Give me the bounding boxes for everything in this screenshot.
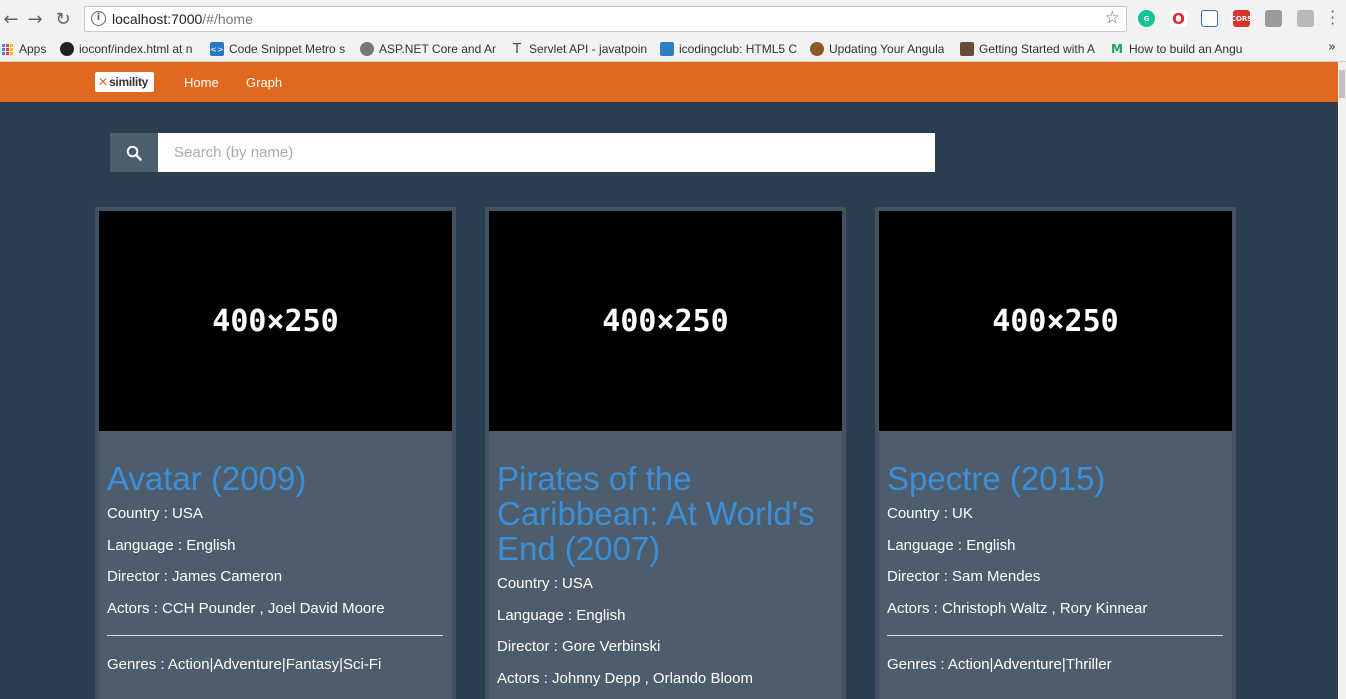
movie-title-link[interactable]: Pirates of the Caribbean: At World's End…	[497, 461, 833, 566]
address-bar[interactable]: i localhost:7000/#/home ☆	[84, 6, 1127, 32]
card-divider	[887, 635, 1223, 636]
movie-card-body: Spectre (2015) Country : UK Language : E…	[887, 461, 1223, 674]
apps-grid-icon	[2, 43, 13, 55]
bookmark-ioconf[interactable]: ioconf/index.html at n	[60, 40, 198, 58]
bookmark-apps[interactable]: Apps	[2, 40, 50, 58]
nav-home-link[interactable]: Home	[184, 75, 219, 90]
icodingclub-icon	[660, 42, 674, 56]
movie-genres: Genres : Action|Adventure|Fantasy|Sci-Fi	[107, 656, 382, 673]
movie-poster-placeholder[interactable]: 400×250	[879, 211, 1232, 431]
movie-genres: Genres : Action|Adventure|Thriller	[887, 656, 1112, 673]
bookmark-label: icodingclub: HTML5 C	[679, 42, 798, 56]
inbox-extension-icon[interactable]	[1265, 10, 1282, 27]
app-navbar: ✕ simility Home Graph	[0, 62, 1346, 102]
poster-size-label: 400×250	[602, 303, 729, 339]
movie-card[interactable]: 400×250 Spectre (2015) Country : UK Lang…	[875, 207, 1236, 699]
card-divider	[107, 635, 443, 636]
bookmark-label: Code Snippet Metro s	[229, 42, 346, 56]
movie-country: Country : UK	[887, 505, 973, 522]
logo-text: simility	[109, 75, 149, 89]
search-button[interactable]	[110, 133, 158, 172]
scrollbar-thumb[interactable]	[1339, 70, 1345, 98]
movie-actors: Actors : Christoph Waltz , Rory Kinnear	[887, 599, 1148, 617]
javatpoint-icon: T	[513, 41, 521, 57]
movie-card[interactable]: 400×250 Pirates of the Caribbean: At Wor…	[485, 207, 846, 699]
movie-language: Language : English	[107, 536, 236, 554]
bookmark-label: Updating Your Angula	[829, 42, 945, 56]
movie-language: Language : English	[497, 606, 626, 624]
reload-icon[interactable]: ↻	[52, 8, 74, 30]
url-host: localhost:7000	[112, 11, 203, 27]
movie-title-link[interactable]: Avatar (2009)	[107, 461, 443, 496]
movie-director: Director : Gore Verbinski	[497, 638, 661, 655]
bookmark-getting-started[interactable]: Getting Started with A	[960, 40, 1098, 58]
movie-card[interactable]: 400×250 Avatar (2009) Country : USA Lang…	[95, 207, 456, 699]
poster-size-label: 400×250	[992, 303, 1119, 339]
movie-country: Country : USA	[107, 505, 203, 522]
poster-size-label: 400×250	[212, 303, 339, 339]
bookmark-label: Apps	[19, 42, 47, 56]
nav-graph-link[interactable]: Graph	[246, 75, 282, 90]
bookmark-label: ioconf/index.html at n	[79, 42, 193, 56]
simility-logo[interactable]: ✕ simility	[95, 72, 154, 92]
movie-title-link[interactable]: Spectre (2015)	[887, 461, 1223, 496]
site-info-icon[interactable]: i	[91, 11, 106, 26]
logo-mark-icon: ✕	[98, 75, 109, 89]
search-input[interactable]	[158, 133, 935, 172]
bookmark-label: ASP.NET Core and An	[379, 42, 496, 56]
movie-actors: Actors : CCH Pounder , Joel David Moore	[107, 599, 385, 617]
back-arrow-icon[interactable]: ←	[0, 8, 22, 30]
code-snippet-icon: <>	[210, 42, 224, 56]
more-bookmarks-icon[interactable]: »	[1328, 40, 1336, 55]
pirate-icon	[810, 42, 824, 56]
movie-poster-placeholder[interactable]: 400×250	[99, 211, 452, 431]
movie-country: Country : USA	[497, 575, 593, 592]
opera-extension-icon[interactable]: O	[1170, 10, 1187, 28]
grammarly-extension-icon[interactable]: G	[1138, 10, 1155, 27]
medium-icon: M	[1111, 42, 1123, 56]
movie-card-body: Avatar (2009) Country : USA Language : E…	[107, 461, 443, 674]
url-path: /#/home	[202, 11, 253, 27]
movie-director: Director : James Cameron	[107, 568, 283, 585]
bookmark-icodingclub[interactable]: icodingclub: HTML5 C	[660, 40, 798, 58]
bookmark-label: Servlet API - javatpoin	[529, 42, 648, 56]
bookmark-servlet[interactable]: T Servlet API - javatpoin	[510, 40, 648, 58]
bookmarks-bar: Apps ioconf/index.html at n <> Code Snip…	[0, 37, 1346, 62]
movie-language: Language : English	[887, 536, 1016, 554]
avatar-icon	[360, 42, 374, 56]
bookmark-updating-angular[interactable]: Updating Your Angula	[810, 40, 948, 58]
page-scrollbar[interactable]	[1338, 62, 1346, 699]
address-url[interactable]: localhost:7000/#/home	[112, 11, 253, 27]
cors-extension-icon[interactable]: CORS	[1230, 10, 1253, 27]
bookmark-star-icon[interactable]: ☆	[1105, 8, 1120, 28]
window-extension-icon[interactable]	[1201, 10, 1218, 27]
movie-poster-placeholder[interactable]: 400×250	[489, 211, 842, 431]
browser-toolbar: ← → ↻ i localhost:7000/#/home ☆ G O CORS…	[0, 0, 1346, 37]
browser-menu-icon[interactable]: · · ·	[1330, 4, 1335, 32]
profile-photo-icon	[960, 42, 974, 56]
bookmark-aspnet[interactable]: ASP.NET Core and An	[360, 40, 496, 58]
movie-actors: Actors : Johnny Depp , Orlando Bloom	[497, 669, 753, 687]
bookmark-build-angular[interactable]: M How to build an Angu	[1110, 40, 1248, 58]
search-icon	[126, 145, 142, 161]
github-icon	[60, 42, 74, 56]
cors-extension-label: CORS	[1230, 14, 1253, 23]
bookmark-label: How to build an Angu	[1129, 42, 1243, 56]
stack-extension-icon[interactable]	[1297, 10, 1314, 27]
movie-card-body: Pirates of the Caribbean: At World's End…	[497, 461, 833, 699]
movie-director: Director : Sam Mendes	[887, 568, 1041, 585]
bookmark-code-snippet[interactable]: <> Code Snippet Metro s	[210, 40, 348, 58]
bookmark-label: Getting Started with A	[979, 42, 1096, 56]
forward-arrow-icon[interactable]: →	[24, 8, 46, 30]
